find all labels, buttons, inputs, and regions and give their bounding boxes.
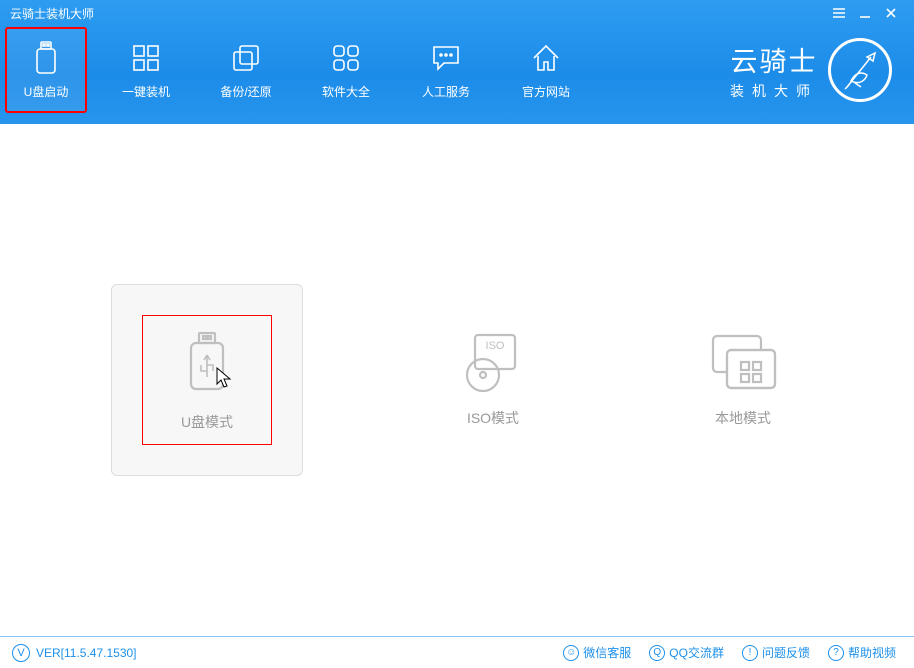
nav-oneclick-install[interactable]: 一键装机 — [106, 28, 186, 112]
version-badge-icon: V — [12, 644, 30, 662]
chat-icon — [429, 41, 463, 75]
mode-label: ISO模式 — [467, 408, 519, 428]
knight-logo-icon — [828, 38, 892, 102]
menu-icon — [832, 7, 846, 19]
nav-software[interactable]: 软件大全 — [306, 28, 386, 112]
mode-iso[interactable]: ISO ISO模式 — [433, 332, 553, 428]
nav-label: 软件大全 — [322, 83, 370, 100]
minimize-icon — [859, 7, 871, 19]
brand: 云骑士 装机大师 — [730, 38, 892, 102]
nav-backup-restore[interactable]: 备份/还原 — [206, 28, 286, 112]
nav-usb-boot[interactable]: U盘启动 — [6, 28, 86, 112]
footer-link-label: 帮助视频 — [848, 644, 896, 661]
mode-label: 本地模式 — [715, 408, 771, 428]
app-title: 云骑士装机大师 — [10, 5, 94, 22]
footer-qq-group[interactable]: Q QQ交流群 — [643, 644, 730, 661]
windows-icon — [129, 41, 163, 75]
footer-feedback[interactable]: ! 问题反馈 — [736, 644, 816, 661]
nav-label: U盘启动 — [24, 83, 69, 100]
main-area: U盘模式 ISO ISO模式 本地模式 — [0, 124, 914, 636]
feedback-icon: ! — [742, 645, 758, 661]
copy-icon — [229, 41, 263, 75]
brand-subtitle: 装机大师 — [730, 81, 818, 101]
titlebar: 云骑士装机大师 — [0, 0, 914, 24]
help-icon: ? — [828, 645, 844, 661]
minimize-button[interactable] — [852, 3, 878, 23]
nav-label: 官方网站 — [522, 83, 570, 100]
mode-local[interactable]: 本地模式 — [683, 332, 803, 428]
home-icon — [529, 41, 563, 75]
nav-label: 一键装机 — [122, 83, 170, 100]
iso-disc-icon: ISO — [457, 332, 529, 392]
footer: V VER[11.5.47.1530] ☺ 微信客服 Q QQ交流群 ! 问题反… — [0, 636, 914, 668]
nav-official-site[interactable]: 官方网站 — [506, 28, 586, 112]
highlight-box — [142, 315, 272, 445]
qq-icon: Q — [649, 645, 665, 661]
footer-link-label: 微信客服 — [583, 644, 631, 661]
footer-link-label: 问题反馈 — [762, 644, 810, 661]
footer-help-video[interactable]: ? 帮助视频 — [822, 644, 902, 661]
header: 云骑士装机大师 U盘启动 一键装机 备份/还原 — [0, 0, 914, 124]
brand-title: 云骑士 — [730, 40, 818, 79]
nav-label: 备份/还原 — [220, 83, 271, 100]
version-text: VER[11.5.47.1530] — [36, 646, 137, 660]
close-icon — [885, 7, 897, 19]
wechat-icon: ☺ — [563, 645, 579, 661]
footer-link-label: QQ交流群 — [669, 644, 724, 661]
footer-wechat-support[interactable]: ☺ 微信客服 — [557, 644, 637, 661]
apps-icon — [329, 41, 363, 75]
nav-support[interactable]: 人工服务 — [406, 28, 486, 112]
nav-label: 人工服务 — [422, 83, 470, 100]
local-windows-icon — [707, 332, 779, 392]
close-button[interactable] — [878, 3, 904, 23]
usb-icon — [29, 41, 63, 75]
menu-button[interactable] — [826, 3, 852, 23]
mode-usb[interactable]: U盘模式 — [111, 284, 303, 476]
svg-text:ISO: ISO — [486, 340, 505, 352]
